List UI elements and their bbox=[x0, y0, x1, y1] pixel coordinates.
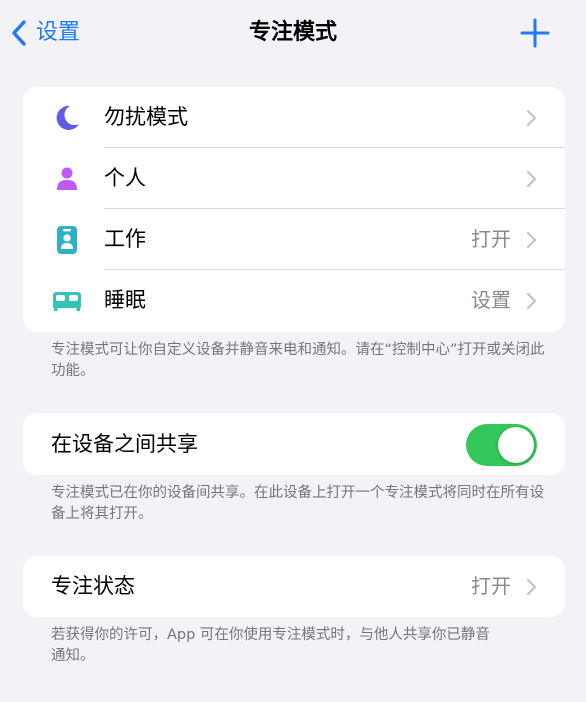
focus-mode-status: 打开 bbox=[471, 227, 511, 251]
page-title: 专注模式 bbox=[248, 20, 337, 45]
id-badge-icon bbox=[51, 209, 83, 270]
focus-mode-personal[interactable]: 个人 bbox=[23, 148, 565, 209]
toggle-knob bbox=[498, 427, 534, 463]
person-icon bbox=[51, 148, 83, 209]
moon-icon bbox=[51, 87, 83, 148]
navigation-bar: 设置 专注模式 bbox=[0, 0, 586, 66]
focus-status-card: 专注状态 打开 bbox=[23, 556, 565, 617]
focus-modes-footnote: 专注模式可让你自定义设备并静音来电和通知。请在“控制中心”打开或关闭此功能。 bbox=[51, 342, 545, 379]
bed-icon bbox=[51, 270, 83, 331]
focus-mode-label: 睡眠 bbox=[104, 288, 146, 312]
share-footnote: 专注模式已在你的设备间共享。在此设备上打开一个专注模式将同时在所有设备上将其打开… bbox=[51, 485, 544, 522]
focus-mode-work[interactable]: 工作 打开 bbox=[23, 209, 565, 270]
focus-status-label: 专注状态 bbox=[51, 574, 135, 598]
chevron-right-icon bbox=[526, 109, 537, 127]
focus-mode-sleep[interactable]: 睡眠 设置 bbox=[23, 270, 565, 331]
chevron-right-icon bbox=[526, 292, 537, 310]
share-across-devices-label: 在设备之间共享 bbox=[51, 432, 198, 456]
add-icon[interactable] bbox=[520, 18, 550, 48]
share-across-devices-card: 在设备之间共享 bbox=[23, 413, 565, 475]
focus-status-row[interactable]: 专注状态 打开 bbox=[23, 556, 565, 617]
chevron-right-icon bbox=[526, 578, 537, 596]
focus-status-value: 打开 bbox=[471, 574, 511, 598]
focus-modes-list: 勿扰模式 个人 工作 打开 睡眠 设置 bbox=[23, 87, 565, 332]
focus-mode-label: 勿扰模式 bbox=[104, 105, 188, 129]
focus-mode-status: 设置 bbox=[471, 288, 511, 312]
focus-mode-label: 工作 bbox=[104, 227, 146, 251]
chevron-right-icon bbox=[526, 170, 537, 188]
focus-mode-label: 个人 bbox=[104, 166, 146, 190]
share-across-devices-toggle[interactable] bbox=[466, 424, 537, 466]
focus-status-footnote: 若获得你的许可，App 可在你使用专注模式时，与他人共享你已静音通知。 bbox=[51, 627, 490, 664]
focus-mode-do-not-disturb[interactable]: 勿扰模式 bbox=[23, 87, 565, 148]
share-across-devices-row: 在设备之间共享 bbox=[23, 413, 565, 475]
chevron-right-icon bbox=[526, 231, 537, 249]
